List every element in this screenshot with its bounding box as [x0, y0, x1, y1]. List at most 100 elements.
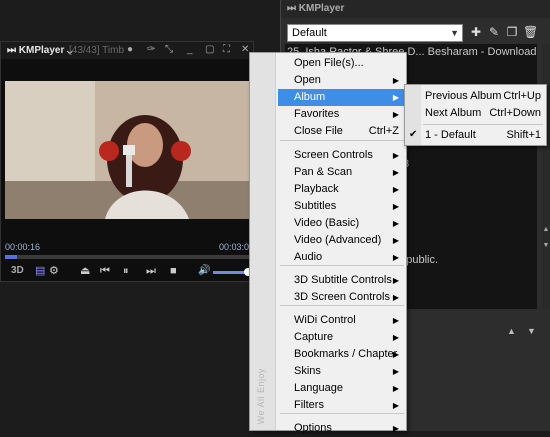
- delete-icon[interactable]: 🗑: [523, 25, 538, 39]
- playlist-toolbar: Default ▼ ✚ ✎ ❐ 🗑: [287, 24, 546, 42]
- menu-item-shortcut: Ctrl+Z: [368, 125, 399, 137]
- menu-item-close-file[interactable]: Close File Ctrl+Z: [278, 123, 405, 140]
- playlist-toggle-icon[interactable]: ▤: [35, 264, 45, 278]
- menu-item-label: WiDi Control: [294, 314, 356, 326]
- pause-button[interactable]: ⏸: [123, 264, 129, 278]
- minimize-icon[interactable]: _: [187, 44, 193, 55]
- submenu-arrow-icon: ▶: [392, 185, 399, 194]
- menu-item-filters[interactable]: Filters ▶: [278, 397, 405, 414]
- video-still: [5, 81, 249, 219]
- submenu-arrow-icon: ▶: [392, 253, 399, 262]
- fullscreen-icon[interactable]: ⛶: [223, 44, 230, 55]
- player-titlebar[interactable]: ⏭ KMPlayer ⌄ [43/43] Timb ● ✑ ⤡ _ ▢ ⛶ ✕: [1, 42, 253, 59]
- album-submenu: Previous Album Ctrl+Up Next Album Ctrl+Down…: [404, 84, 547, 146]
- eject-button[interactable]: ⏏: [80, 264, 90, 278]
- album-select[interactable]: Default ▼: [287, 24, 463, 42]
- menu-item-3d-subtitle-controls[interactable]: 3D Subtitle Controls ▶: [278, 272, 405, 289]
- menu-item-audio[interactable]: Audio ▶: [278, 249, 405, 266]
- menu-item-open[interactable]: Open ▶: [278, 72, 405, 89]
- menu-item-playback[interactable]: Playback ▶: [278, 181, 405, 198]
- submenu-arrow-icon: ▶: [392, 350, 399, 359]
- menu-separator: [280, 140, 404, 141]
- maximize-icon[interactable]: ▢: [205, 44, 214, 55]
- menu-item-label: Video (Basic): [294, 217, 360, 229]
- seek-bar[interactable]: [5, 255, 249, 259]
- scroll-up-icon[interactable]: ▲: [542, 226, 550, 233]
- album-submenu-item-1-default[interactable]: 1 - Default Shift+1: [423, 127, 547, 144]
- submenu-arrow-icon: ▶: [392, 151, 399, 160]
- copy-icon[interactable]: ❐: [505, 25, 519, 39]
- record-icon: ●: [127, 44, 134, 55]
- menu-item-label: Close File: [294, 125, 343, 137]
- submenu-arrow-icon: ▶: [392, 384, 399, 393]
- pin-icon[interactable]: ✑: [147, 44, 155, 55]
- menu-item-open-file-s[interactable]: Open File(s)...: [278, 55, 405, 72]
- menu-item-widi-control[interactable]: WiDi Control ▶: [278, 312, 405, 329]
- menu-item-album[interactable]: Album ▶: [278, 89, 405, 106]
- menu-item-options[interactable]: Options ▶: [278, 420, 405, 437]
- submenu-arrow-icon: ▶: [392, 316, 399, 325]
- move-down-icon[interactable]: ▼: [527, 326, 536, 336]
- menu-item-label: 3D Subtitle Controls: [294, 274, 392, 286]
- submenu-arrow-icon: ▶: [392, 168, 399, 177]
- submenu-item-label: 1 - Default: [425, 129, 476, 141]
- menu-item-label: Capture: [294, 331, 334, 343]
- menu-item-screen-controls[interactable]: Screen Controls ▶: [278, 147, 405, 164]
- menu-item-language[interactable]: Language ▶: [278, 380, 405, 397]
- submenu-arrow-icon: ▶: [392, 93, 399, 102]
- submenu-arrow-icon: ▶: [392, 219, 399, 228]
- submenu-item-shortcut: Ctrl+Down: [489, 107, 541, 119]
- shrink-icon[interactable]: ⤡: [165, 44, 173, 55]
- submenu-arrow-icon: ▶: [392, 401, 399, 410]
- menu-item-label: Open File(s)...: [294, 57, 364, 69]
- add-icon[interactable]: ✚: [469, 25, 483, 39]
- submenu-arrow-icon: ▶: [392, 202, 399, 211]
- menu-item-pan-scan[interactable]: Pan & Scan ▶: [278, 164, 405, 181]
- album-submenu-item-next-album[interactable]: Next Album Ctrl+Down: [423, 105, 547, 122]
- submenu-arrow-icon: ▶: [392, 76, 399, 85]
- player-logo[interactable]: ⏭ KMPlayer ⌄: [7, 45, 73, 56]
- album-submenu-item-previous-album[interactable]: Previous Album Ctrl+Up: [423, 88, 547, 105]
- 3d-button[interactable]: 3D: [11, 264, 24, 278]
- menu-item-label: Album: [294, 91, 326, 103]
- settings-gear-icon[interactable]: ⚙: [49, 264, 59, 278]
- submenu-separator: [423, 124, 543, 125]
- menu-item-bookmarks-chapter[interactable]: Bookmarks / Chapter ▶: [278, 346, 405, 363]
- video-frame[interactable]: [5, 81, 249, 219]
- menu-item-subtitles[interactable]: Subtitles ▶: [278, 198, 405, 215]
- stop-button[interactable]: ■: [170, 264, 177, 278]
- next-button[interactable]: ⏭: [146, 264, 156, 278]
- menu-item-label: Favorites: [294, 108, 340, 120]
- playlist-title: KMPlayer: [298, 3, 345, 14]
- menu-item-label: Options: [294, 422, 332, 434]
- menu-item-capture[interactable]: Capture ▶: [278, 329, 405, 346]
- scroll-down-icon[interactable]: ▼: [542, 242, 550, 249]
- checkmark-icon: ✔: [409, 129, 418, 140]
- previous-button[interactable]: ⏮: [100, 264, 110, 278]
- edit-icon[interactable]: ✎: [487, 25, 501, 39]
- menu-item-label: Screen Controls: [294, 149, 373, 161]
- menu-item-favorites[interactable]: Favorites ▶: [278, 106, 405, 123]
- context-menu: We All Enjoy Open File(s)... Open ▶ Album ▶ F…: [249, 52, 407, 434]
- menu-item-label: Pan & Scan: [294, 166, 353, 178]
- player-window: ⏭ KMPlayer ⌄ [43/43] Timb ● ✑ ⤡ _ ▢ ⛶ ✕ …: [0, 41, 254, 282]
- submenu-item-label: Previous Album: [425, 90, 502, 102]
- volume-slider[interactable]: [213, 268, 253, 276]
- playlist-titlebar[interactable]: ⏭ KMPlayer: [281, 0, 550, 18]
- time-elapsed: 00:00:16: [5, 242, 41, 252]
- submenu-arrow-icon: ▶: [392, 333, 399, 342]
- menu-item-video-advanced[interactable]: Video (Advanced) ▶: [278, 232, 405, 249]
- menu-item-skins[interactable]: Skins ▶: [278, 363, 405, 380]
- menu-side-text: We All Enjoy: [256, 367, 266, 424]
- volume-icon[interactable]: 🔊: [198, 264, 210, 278]
- menu-item-label: Skins: [294, 365, 321, 377]
- menu-item-video-basic[interactable]: Video (Basic) ▶: [278, 215, 405, 232]
- submenu-arrow-icon: ▶: [392, 424, 399, 433]
- playlist-logo: ⏭: [287, 3, 299, 14]
- menu-item-3d-screen-controls[interactable]: 3D Screen Controls ▶: [278, 289, 405, 306]
- submenu-item-shortcut: Shift+1: [506, 129, 541, 141]
- move-up-icon[interactable]: ▲: [507, 326, 516, 336]
- submenu-item-label: Next Album: [425, 107, 482, 119]
- submenu-arrow-icon: ▶: [392, 110, 399, 119]
- album-select-value: Default: [292, 27, 327, 39]
